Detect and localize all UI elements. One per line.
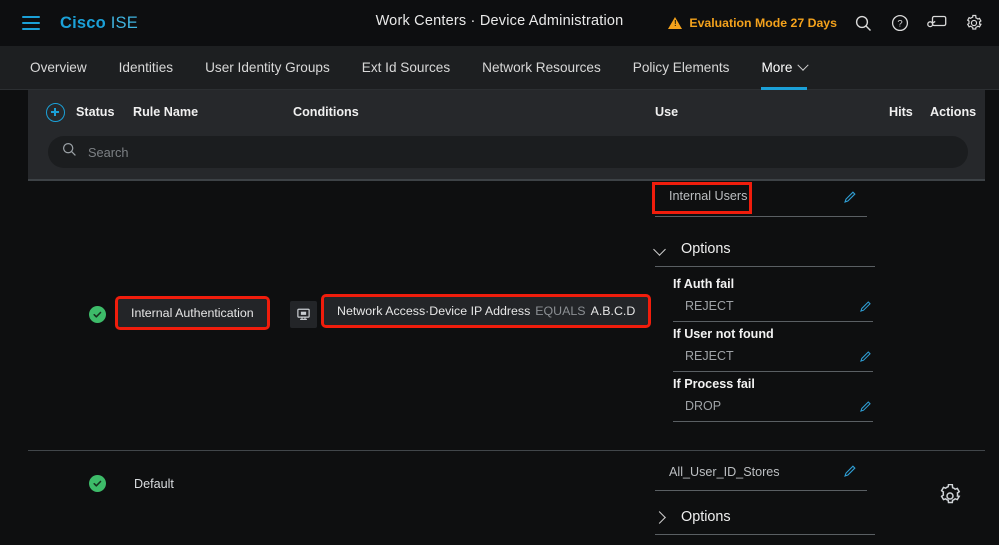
option-title: If Auth fail [673, 277, 735, 291]
condition-chip[interactable]: Network Access·Device IP Address EQUALS … [320, 294, 652, 328]
hamburger-menu-icon[interactable] [22, 16, 40, 30]
options-label: Options [681, 241, 731, 257]
svg-text:?: ? [897, 19, 902, 30]
tab-label: Policy Elements [632, 60, 730, 75]
tab-label: More [761, 60, 793, 75]
evaluation-mode-text: Evaluation Mode 27 Days [689, 16, 837, 30]
option-value: REJECT [685, 299, 734, 313]
column-header-actions: Actions [930, 105, 977, 119]
option-title: If User not found [673, 327, 774, 341]
column-headers: Status Rule Name Conditions Use Hits Act… [28, 90, 985, 135]
column-header-status: Status [76, 105, 115, 119]
options-label: Options [681, 509, 731, 525]
rule-name-text: Internal Authentication [131, 306, 254, 320]
primary-nav-tabs: Overview Identities User Identity Groups… [0, 46, 999, 90]
tab-network-resources[interactable]: Network Resources [466, 46, 617, 90]
brand-primary-text: Cisco [60, 13, 106, 32]
brand-secondary-text: ISE [110, 13, 138, 32]
pencil-icon[interactable] [859, 349, 873, 368]
tab-identities[interactable]: Identities [103, 46, 189, 90]
pencil-icon[interactable] [843, 189, 858, 209]
column-header-conditions: Conditions [293, 105, 359, 119]
option-divider [673, 421, 873, 422]
option-divider [673, 321, 873, 322]
search-row [48, 136, 968, 168]
status-ok-icon [89, 306, 106, 323]
help-icon[interactable]: ? [889, 12, 911, 34]
search-input[interactable] [88, 144, 868, 160]
evaluation-mode-badge[interactable]: Evaluation Mode 27 Days [668, 16, 837, 30]
rule-name-text[interactable]: Default [134, 477, 174, 491]
chevron-down-icon [797, 59, 810, 71]
cisco-ise-app: Cisco ISE Work Centers · Device Administ… [0, 0, 999, 545]
options-toggle[interactable]: Options [653, 509, 731, 525]
field-underline [655, 216, 867, 217]
tab-label: Identities [118, 60, 174, 75]
options-underline [655, 266, 875, 267]
tab-label: Network Resources [482, 60, 601, 75]
settings-gear-icon[interactable] [963, 12, 985, 34]
use-column: All_User_ID_Stores Options [653, 461, 875, 535]
condition-operator: EQUALS [535, 304, 586, 318]
pencil-icon[interactable] [843, 463, 858, 483]
option-if-user-not-found: If User not found REJECT [673, 327, 873, 372]
option-if-process-fail: If Process fail DROP [673, 377, 873, 422]
condition-value: A.B.C.D [590, 304, 636, 318]
policy-rules-list: Internal Authentication Network Access·D… [0, 181, 999, 545]
top-header-bar: Cisco ISE Work Centers · Device Administ… [0, 0, 999, 46]
brand-logo[interactable]: Cisco ISE [60, 14, 138, 33]
column-header-rule-name: Rule Name [133, 105, 199, 119]
tab-user-identity-groups[interactable]: User Identity Groups [189, 46, 346, 90]
tab-label: Overview [30, 60, 87, 75]
option-title: If Process fail [673, 377, 755, 391]
option-if-auth-fail: If Auth fail REJECT [673, 277, 873, 322]
use-identity-source-field[interactable]: All_User_ID_Stores [655, 461, 867, 491]
policy-grid-header-panel: Status Rule Name Conditions Use Hits Act… [28, 90, 985, 181]
table-row: Internal Authentication Network Access·D… [0, 181, 999, 504]
status-ok-icon [89, 475, 106, 492]
pencil-icon[interactable] [859, 399, 873, 418]
search-box[interactable] [48, 136, 968, 168]
tab-more[interactable]: More [745, 46, 823, 90]
condition-attribute: Network Access·Device IP Address [337, 304, 531, 318]
tab-policy-elements[interactable]: Policy Elements [617, 46, 746, 90]
warning-triangle-icon [668, 17, 683, 29]
column-header-hits: Hits [889, 105, 913, 119]
pencil-icon[interactable] [859, 299, 873, 318]
header-actions: Evaluation Mode 27 Days ? [668, 0, 985, 46]
chevron-right-icon [653, 510, 666, 524]
option-value: DROP [685, 399, 722, 413]
use-identity-source-field[interactable]: Internal Users [651, 182, 867, 217]
search-icon [62, 142, 77, 162]
option-value: REJECT [685, 349, 734, 363]
use-identity-source-value: All_User_ID_Stores [669, 465, 780, 479]
use-identity-source-value: Internal Users [651, 182, 753, 214]
tab-label: Ext Id Sources [361, 60, 451, 75]
add-rule-plus-icon[interactable] [46, 103, 65, 122]
tab-overview[interactable]: Overview [14, 46, 103, 90]
search-icon[interactable] [852, 12, 874, 34]
options-underline [655, 534, 875, 535]
device-monitor-icon [290, 301, 317, 328]
option-divider [673, 371, 873, 372]
chevron-down-icon [653, 242, 666, 256]
column-header-use: Use [655, 105, 679, 119]
rule-name-chip[interactable]: Internal Authentication [115, 296, 270, 330]
tab-label: User Identity Groups [205, 60, 330, 75]
use-column: Internal Users Options If Auth fail REJE… [651, 182, 875, 422]
table-row: Default All_User_ID_Stores Options 0 [0, 451, 999, 545]
notification-display-icon[interactable] [926, 12, 948, 34]
options-toggle[interactable]: Options [653, 241, 731, 257]
tab-ext-id-sources[interactable]: Ext Id Sources [346, 46, 466, 90]
field-underline [655, 490, 867, 491]
